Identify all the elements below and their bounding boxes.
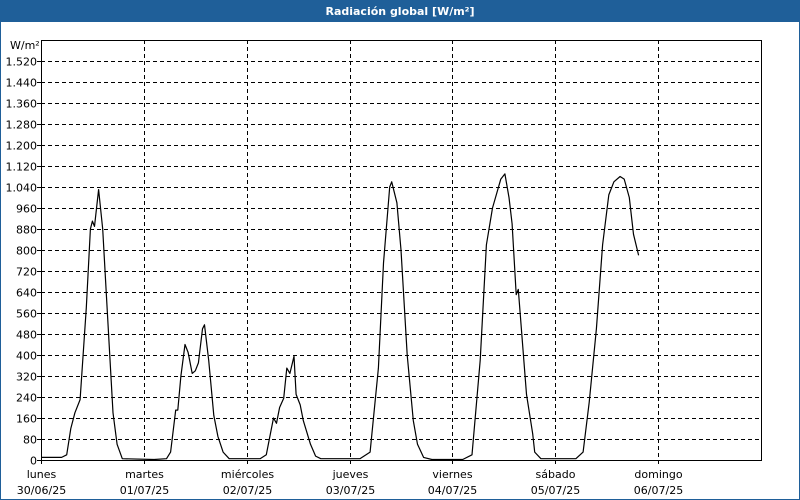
x-tick-date-label: 04/07/25 bbox=[428, 484, 477, 497]
y-tick-label: 1.200 bbox=[6, 140, 38, 153]
y-tick-label: 320 bbox=[16, 371, 37, 384]
y-tick-label: 800 bbox=[16, 245, 37, 258]
series-lines bbox=[41, 173, 640, 461]
x-tick-day-label: sábado bbox=[536, 468, 576, 481]
y-tick-label: 560 bbox=[16, 308, 37, 321]
y-tick-label: 640 bbox=[16, 287, 37, 300]
y-tick-label: 880 bbox=[16, 224, 37, 237]
y-tick-label: 160 bbox=[16, 413, 37, 426]
y-tick-label: 1.520 bbox=[6, 56, 38, 69]
x-tick-date-label: 03/07/25 bbox=[326, 484, 375, 497]
x-tick-date-label: 02/07/25 bbox=[223, 484, 272, 497]
y-tick-label: 80 bbox=[23, 434, 37, 447]
x-tick-labels: lunes 30/06/25 martes 01/07/25 miércoles 02/0… bbox=[17, 468, 683, 497]
y-tick-label: 400 bbox=[16, 350, 37, 363]
axes bbox=[37, 40, 762, 464]
y-tick-label: 1.360 bbox=[6, 98, 38, 111]
x-tick-day-label: martes bbox=[125, 468, 164, 481]
chart-window: Radiación global [W/m²] 0 80 160 240 320 400 4… bbox=[0, 0, 800, 500]
x-tick-day-label: miércoles bbox=[221, 468, 274, 481]
y-tick-label: 1.040 bbox=[6, 182, 38, 195]
x-tick-date-label: 06/07/25 bbox=[634, 484, 683, 497]
x-tick-date-label: 05/07/25 bbox=[531, 484, 580, 497]
x-tick-date-label: 30/06/25 bbox=[17, 484, 66, 497]
y-tick-labels: 0 80 160 240 320 400 480 560 640 720 800 880 960 1.04… bbox=[6, 56, 38, 468]
series-line bbox=[41, 173, 640, 461]
x-tick-date-label: 01/07/25 bbox=[120, 484, 169, 497]
y-tick-label: 720 bbox=[16, 266, 37, 279]
y-tick-label: 480 bbox=[16, 329, 37, 342]
y-tick-label: 0 bbox=[30, 455, 37, 468]
x-tick-day-label: jueves bbox=[332, 468, 369, 481]
y-tick-label: 240 bbox=[16, 392, 37, 405]
y-tick-label: 1.440 bbox=[6, 77, 38, 90]
x-tick-day-label: domingo bbox=[634, 468, 682, 481]
chart-title: Radiación global [W/m²] bbox=[325, 5, 475, 18]
x-tick-day-label: viernes bbox=[432, 468, 472, 481]
x-tick-day-label: lunes bbox=[27, 468, 57, 481]
y-tick-label: 1.120 bbox=[6, 161, 38, 174]
y-axis-unit-label: W/m² bbox=[10, 39, 40, 52]
title-bar: Radiación global [W/m²] bbox=[1, 1, 799, 22]
y-tick-label: 1.280 bbox=[6, 119, 38, 132]
y-tick-label: 960 bbox=[16, 203, 37, 216]
radiation-chart: 0 80 160 240 320 400 480 560 640 720 800 880 960 1.04… bbox=[6, 39, 762, 497]
